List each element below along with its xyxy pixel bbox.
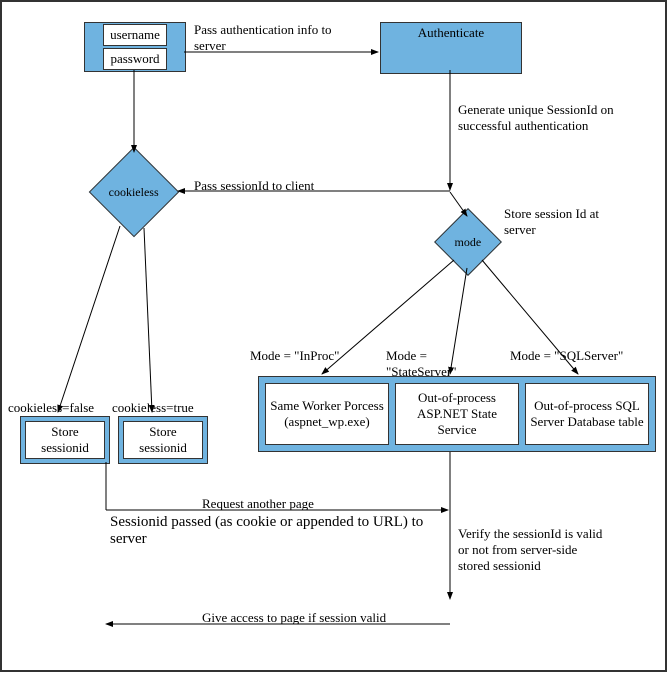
label-pass-auth: Pass authentication info to server (194, 22, 344, 54)
label-passed: Sessionid passed (as cookie or appended … (110, 514, 440, 548)
authenticate-box: Authenticate (380, 22, 522, 74)
store-sessionid-group: Store sessionid Store sessionid (20, 416, 208, 464)
label-pass-session: Pass sessionId to client (194, 178, 314, 194)
label-store-server: Store session Id at server (504, 206, 614, 238)
cookieless-label: cookieless (109, 185, 159, 200)
store-true: Store sessionid (118, 416, 208, 464)
login-box: username password (84, 22, 186, 72)
label-cookieless-false: cookieless=false (8, 400, 94, 416)
authenticate-label: Authenticate (418, 25, 484, 41)
mode-label: mode (455, 234, 482, 249)
label-give: Give access to page if session valid (202, 610, 386, 626)
username-field: username (103, 24, 167, 46)
label-verify: Verify the sessionId is valid or not fro… (458, 526, 608, 574)
label-mode-sql: Mode = "SQLServer" (510, 348, 623, 364)
label-mode-inproc: Mode = "InProc" (250, 348, 339, 364)
cookieless-decision: cookieless (89, 147, 180, 238)
label-mode-state: Mode = "StateServer" (386, 348, 486, 380)
diagram-canvas: username password Authenticate cookieles… (0, 0, 667, 672)
label-cookieless-true: cookieless=true (112, 400, 194, 416)
mode-options: Same Worker Porcess (aspnet_wp.exe) Out-… (258, 376, 656, 452)
mode-stateserver: Out-of-process ASP.NET State Service (395, 383, 519, 445)
label-request: Request another page (202, 496, 314, 512)
store-false: Store sessionid (20, 416, 110, 464)
mode-sqlserver: Out-of-process SQL Server Database table (525, 383, 649, 445)
mode-decision: mode (434, 208, 502, 276)
mode-inproc: Same Worker Porcess (aspnet_wp.exe) (265, 383, 389, 445)
password-field: password (103, 48, 166, 70)
label-generate: Generate unique SessionId on successful … (458, 102, 618, 134)
